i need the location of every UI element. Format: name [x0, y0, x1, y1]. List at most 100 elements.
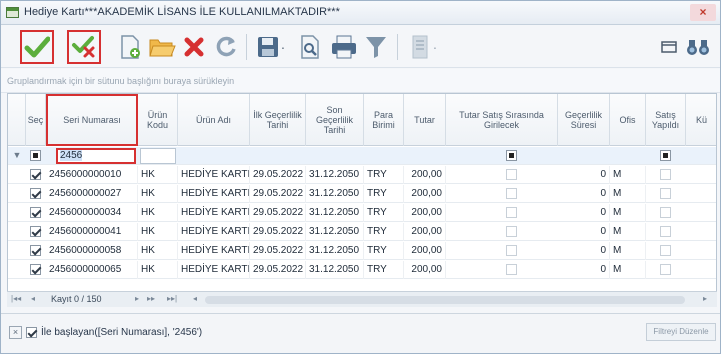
son-gecerlilik-cell[interactable]: 31.12.2050 [306, 223, 364, 241]
ilk-gecerlilik-cell[interactable]: 29.05.2022 [250, 223, 306, 241]
ofis-cell[interactable]: M [610, 166, 646, 184]
para-birimi-cell[interactable]: TRY [364, 204, 404, 222]
urun-kodu-cell[interactable]: HK [138, 166, 178, 184]
son-gecerlilik-cell[interactable]: 31.12.2050 [306, 185, 364, 203]
son-gecerlilik-cell[interactable]: 31.12.2050 [306, 166, 364, 184]
para-birimi-cell[interactable]: TRY [364, 185, 404, 203]
urun-kodu-cell[interactable]: HK [138, 261, 178, 279]
row-select-checkbox[interactable] [30, 207, 41, 218]
open-button[interactable] [145, 30, 179, 64]
gecerlilik-suresi-cell[interactable]: 0 [558, 166, 610, 184]
row-select-checkbox[interactable] [30, 245, 41, 256]
confirm-cancel-button[interactable] [67, 30, 101, 64]
edit-filter-button[interactable]: Filtreyi Düzenle [646, 323, 716, 341]
tutar-cell[interactable]: 200,00 [404, 242, 446, 260]
urun-adi-cell[interactable]: HEDİYE KARTI [178, 185, 250, 203]
seri-numarasi-cell[interactable]: 2456000000027 [46, 185, 138, 203]
print-button[interactable] [327, 30, 361, 64]
window-mode-button[interactable] [657, 30, 681, 64]
row-select-checkbox[interactable] [30, 226, 41, 237]
delete-button[interactable] [177, 30, 211, 64]
seri-numarasi-cell[interactable]: 2456000000065 [46, 261, 138, 279]
tutar-satis-filter-checkbox[interactable] [506, 150, 517, 161]
satis-yapildi-checkbox[interactable] [660, 169, 671, 180]
preview-button[interactable] [293, 30, 327, 64]
ilk-gecerlilik-cell[interactable]: 29.05.2022 [250, 261, 306, 279]
column-header-gecerlilik-suresi[interactable]: Geçerlilik Süresi [558, 94, 610, 146]
ofis-cell[interactable]: M [610, 223, 646, 241]
son-gecerlilik-cell[interactable]: 31.12.2050 [306, 242, 364, 260]
tutar-satis-checkbox[interactable] [506, 207, 517, 218]
tutar-satis-checkbox[interactable] [506, 226, 517, 237]
satis-yapildi-checkbox[interactable] [660, 226, 671, 237]
son-gecerlilik-cell[interactable]: 31.12.2050 [306, 261, 364, 279]
urun-kodu-cell[interactable]: HK [138, 242, 178, 260]
tutar-cell[interactable]: 200,00 [404, 185, 446, 203]
filter-select-checkbox[interactable] [30, 150, 41, 161]
satis-yapildi-filter-checkbox[interactable] [660, 150, 671, 161]
column-header-tutar[interactable]: Tutar [404, 94, 446, 146]
tutar-satis-checkbox[interactable] [506, 245, 517, 256]
table-row[interactable]: 2456000000065 HK HEDİYE KARTI 29.05.2022 31.… [8, 261, 716, 279]
table-row[interactable]: 2456000000041 HK HEDİYE KARTI 29.05.2022 31.… [8, 223, 716, 241]
satis-yapildi-checkbox[interactable] [660, 264, 671, 275]
para-birimi-cell[interactable]: TRY [364, 166, 404, 184]
scroll-left-button[interactable]: ◂ [193, 294, 197, 303]
seri-numarasi-cell[interactable]: 2456000000058 [46, 242, 138, 260]
column-header-para-birimi[interactable]: Para Birimi [364, 94, 404, 146]
urun-adi-cell[interactable]: HEDİYE KARTI [178, 261, 250, 279]
ofis-cell[interactable]: M [610, 261, 646, 279]
prev-record-button[interactable]: ◂ [31, 294, 35, 303]
horizontal-scrollbar[interactable] [205, 296, 685, 304]
find-button[interactable] [683, 30, 713, 64]
table-row[interactable]: 2456000000058 HK HEDİYE KARTI 29.05.2022 31.… [8, 242, 716, 260]
table-row[interactable]: 2456000000034 HK HEDİYE KARTI 29.05.2022 31.… [8, 204, 716, 222]
satis-yapildi-checkbox[interactable] [660, 245, 671, 256]
column-header-sec[interactable]: Seç [26, 94, 46, 146]
save-dropdown[interactable]: · [277, 30, 289, 64]
column-header-seri-numarasi[interactable]: Seri Numarası [46, 94, 138, 146]
row-select-checkbox[interactable] [30, 169, 41, 180]
group-by-panel[interactable]: Gruplandırmak için bir sütunu başlığını … [1, 69, 720, 93]
para-birimi-cell[interactable]: TRY [364, 223, 404, 241]
seri-numarasi-cell[interactable]: 2456000000034 [46, 204, 138, 222]
urun-adi-cell[interactable]: HEDİYE KARTI [178, 242, 250, 260]
urun-kodu-filter-input[interactable] [140, 148, 176, 164]
gecerlilik-suresi-cell[interactable]: 0 [558, 223, 610, 241]
column-header-tutar-satis-sirasinda[interactable]: Tutar Satış Sırasında Girilecek [446, 94, 558, 146]
column-header-urun-kodu[interactable]: Ürün Kodu [138, 94, 178, 146]
gecerlilik-suresi-cell[interactable]: 0 [558, 242, 610, 260]
column-header-urun-adi[interactable]: Ürün Adı [178, 94, 250, 146]
column-header-son-gecerlilik-tarihi[interactable]: Son Geçerlilik Tarihi [306, 94, 364, 146]
table-row[interactable]: 2456000000010 HK HEDİYE KARTI 29.05.2022 31.… [8, 166, 716, 184]
seri-numarasi-cell[interactable]: 2456000000010 [46, 166, 138, 184]
seri-numarasi-cell[interactable]: 2456000000041 [46, 223, 138, 241]
column-header-satis-yapildi[interactable]: Satış Yapıldı [646, 94, 686, 146]
ilk-gecerlilik-cell[interactable]: 29.05.2022 [250, 204, 306, 222]
ilk-gecerlilik-cell[interactable]: 29.05.2022 [250, 185, 306, 203]
column-header-ilk-gecerlilik-tarihi[interactable]: İlk Geçerlilik Tarihi [250, 94, 306, 146]
tutar-satis-checkbox[interactable] [506, 264, 517, 275]
urun-kodu-cell[interactable]: HK [138, 204, 178, 222]
gecerlilik-suresi-cell[interactable]: 0 [558, 204, 610, 222]
first-record-button[interactable]: |◂◂ [11, 294, 21, 303]
confirm-button[interactable] [20, 30, 54, 64]
son-gecerlilik-cell[interactable]: 31.12.2050 [306, 204, 364, 222]
seri-numarasi-filter-input[interactable]: 2456 [56, 148, 136, 164]
scroll-right-button[interactable]: ▸ [703, 294, 707, 303]
gecerlilik-suresi-cell[interactable]: 0 [558, 261, 610, 279]
tutar-cell[interactable]: 200,00 [404, 166, 446, 184]
ofis-cell[interactable]: M [610, 185, 646, 203]
ofis-cell[interactable]: M [610, 204, 646, 222]
urun-kodu-cell[interactable]: HK [138, 185, 178, 203]
ofis-cell[interactable]: M [610, 242, 646, 260]
column-header-kullanici[interactable]: Kü [686, 94, 716, 146]
tutar-satis-checkbox[interactable] [506, 188, 517, 199]
satis-yapildi-checkbox[interactable] [660, 188, 671, 199]
para-birimi-cell[interactable]: TRY [364, 242, 404, 260]
table-row[interactable]: 2456000000027 HK HEDİYE KARTI 29.05.2022 31.… [8, 185, 716, 203]
ilk-gecerlilik-cell[interactable]: 29.05.2022 [250, 166, 306, 184]
refresh-button[interactable] [209, 30, 243, 64]
satis-yapildi-checkbox[interactable] [660, 207, 671, 218]
filter-button[interactable] [359, 30, 393, 64]
